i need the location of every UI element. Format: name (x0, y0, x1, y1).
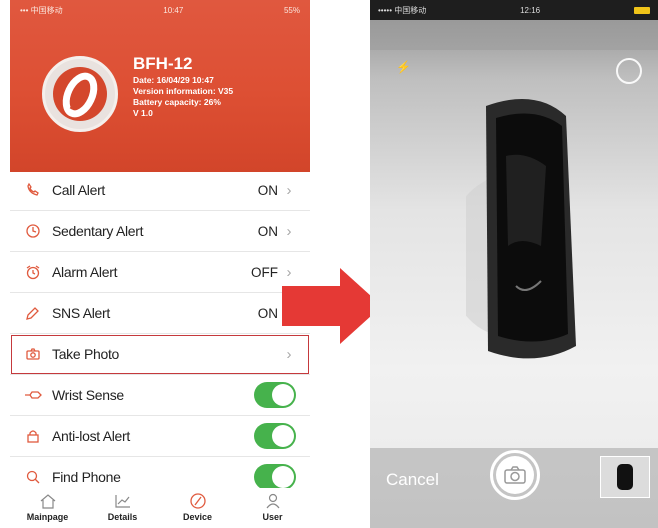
menu-value: ON (257, 182, 278, 198)
device-version: Version information: V35 (133, 86, 234, 96)
menu-label: SNS Alert (52, 305, 110, 321)
menu-value: ON (257, 305, 278, 321)
device-logo (42, 56, 118, 132)
camera-icon (22, 343, 44, 365)
device-header: ••• 中国移动 10:47 55% BFH-12 Date: 16/04/29… (10, 0, 310, 172)
cancel-button[interactable]: Cancel (386, 470, 439, 490)
menu-value: ON (257, 223, 278, 239)
device-name: BFH-12 (133, 54, 193, 73)
chevron-right-icon: › (286, 222, 292, 240)
status-bar: ••• 中国移动 10:47 55% (10, 0, 310, 20)
carrier-label: ••••• 中国移动 (378, 5, 427, 15)
tab-user[interactable]: User (243, 488, 303, 528)
menu-take-photo[interactable]: Take Photo › (10, 334, 310, 375)
alarm-icon (22, 261, 44, 283)
menu-wrist-sense: Wrist Sense (10, 375, 310, 416)
brand-logo-icon (62, 72, 98, 118)
device-battery: Battery capacity: 26% (133, 97, 221, 107)
menu-label: Anti-lost Alert (52, 428, 130, 444)
battery-label: 55% (283, 5, 300, 15)
tab-device[interactable]: Device (168, 488, 228, 528)
menu-sedentary-alert[interactable]: Sedentary Alert ON › (10, 211, 310, 252)
menu-label: Sedentary Alert (52, 223, 144, 239)
menu-label: Wrist Sense (52, 387, 124, 403)
smart-band-photo (466, 98, 576, 359)
app-screen: ••• 中国移动 10:47 55% BFH-12 Date: 16/04/29… (10, 0, 310, 528)
user-icon (266, 493, 279, 509)
clock-label: 12:16 (520, 5, 541, 15)
carrier-label: ••• 中国移动 (20, 5, 63, 15)
phone-icon (22, 179, 44, 201)
camera-top-bar (370, 20, 658, 50)
tab-mainpage[interactable]: Mainpage (18, 488, 78, 528)
shutter-button[interactable] (490, 450, 540, 500)
tab-label: User (262, 512, 283, 522)
menu-label: Call Alert (52, 182, 106, 198)
message-icon (22, 302, 44, 324)
tab-label: Mainpage (26, 512, 69, 522)
search-icon (22, 466, 44, 488)
chevron-right-icon: › (286, 345, 292, 363)
watch-icon (189, 493, 206, 509)
menu-anti-lost-alert: Anti-lost Alert (10, 416, 310, 457)
camera-screen: ••••• 中国移动 12:16 ⚡ Cancel (370, 0, 658, 528)
chevron-right-icon: › (286, 181, 292, 199)
menu-value: OFF (251, 264, 278, 280)
device-date: Date: 16/04/29 10:47 (133, 75, 214, 85)
lock-icon (22, 425, 44, 447)
wrist-sense-toggle[interactable] (254, 382, 296, 408)
tab-details[interactable]: Details (93, 488, 153, 528)
menu-alarm-alert[interactable]: Alarm Alert OFF › (10, 252, 310, 293)
tab-bar: Mainpage Details Device User (10, 488, 310, 528)
clock-icon (22, 220, 44, 242)
menu-label: Take Photo (52, 346, 120, 362)
tab-label: Device (182, 512, 213, 522)
anti-lost-toggle[interactable] (254, 423, 296, 449)
device-firmware: V 1.0 (133, 108, 153, 118)
battery-icon (633, 6, 650, 14)
chart-icon (114, 495, 130, 508)
camera-icon (504, 466, 526, 484)
camera-status-bar: ••••• 中国移动 12:16 (370, 0, 658, 20)
flash-icon[interactable]: ⚡ (396, 60, 411, 74)
menu-call-alert[interactable]: Call Alert ON › (10, 170, 310, 211)
menu-sns-alert[interactable]: SNS Alert ON › (10, 293, 310, 334)
menu-label: Alarm Alert (52, 264, 118, 280)
settings-list: Call Alert ON › Sedentary Alert ON › Ala… (10, 170, 310, 497)
menu-label: Find Phone (52, 469, 121, 485)
clock-label: 10:47 (163, 5, 184, 15)
switch-camera-icon[interactable] (616, 58, 642, 84)
tab-label: Details (107, 512, 138, 522)
find-phone-toggle[interactable] (254, 464, 296, 490)
home-icon (40, 494, 55, 509)
photo-thumbnail[interactable] (600, 456, 650, 498)
wrist-icon (22, 384, 44, 406)
